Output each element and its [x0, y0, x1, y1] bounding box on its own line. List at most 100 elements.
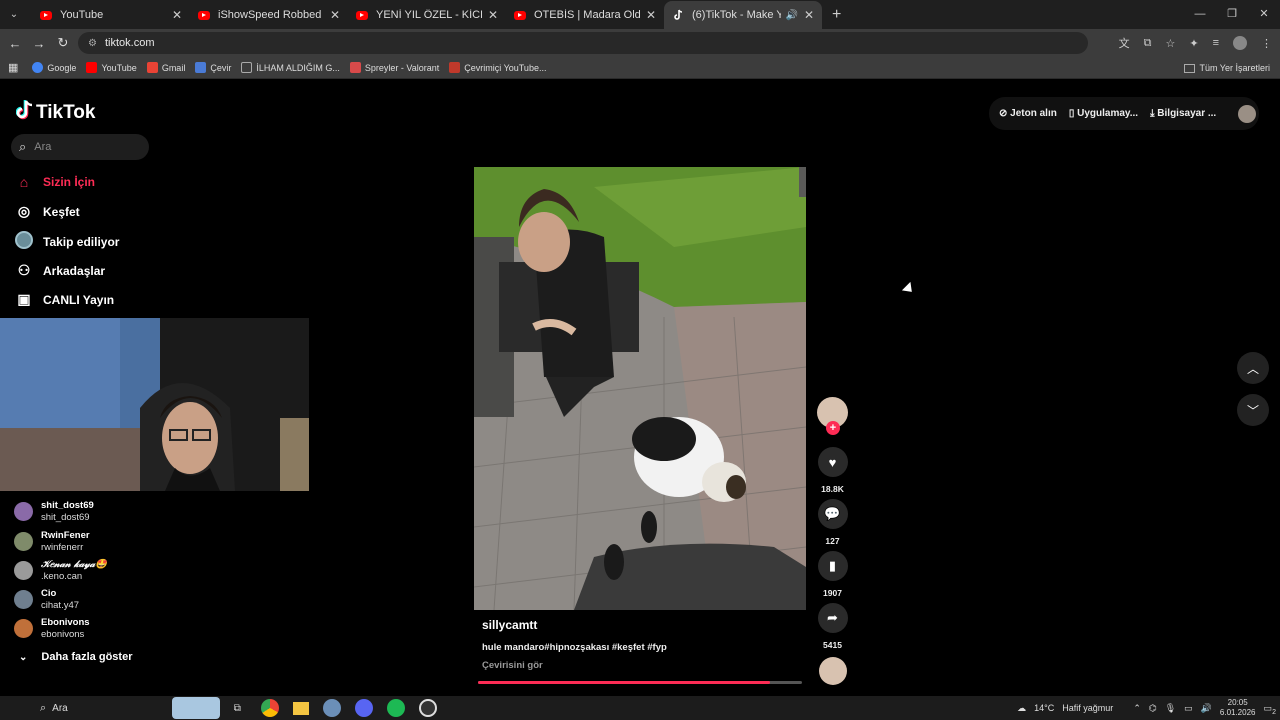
file-explorer-icon[interactable] — [292, 701, 309, 715]
share-action: ➦ 5415 — [817, 603, 848, 650]
bookmark-item[interactable]: Gmail — [146, 62, 185, 73]
music-disc-avatar[interactable] — [819, 657, 847, 685]
notification-icon[interactable]: ▭ 2 — [1263, 703, 1276, 716]
following-account[interactable]: Cio cihat.y47 — [14, 588, 79, 611]
see-translation-link[interactable]: Çevirisini gör — [482, 660, 543, 671]
show-more-button[interactable]: ⌄ Daha fazla göster — [19, 651, 132, 663]
home-icon: ⌂ — [19, 174, 29, 190]
back-icon[interactable]: ← — [3, 36, 27, 51]
app-icon[interactable] — [322, 699, 341, 717]
menu-kebab-icon[interactable]: ⋮ — [1261, 37, 1272, 50]
comment-icon[interactable]: 💬 — [817, 499, 848, 529]
show-more-label: Daha fazla göster — [41, 651, 133, 663]
media-control-icon[interactable]: ≡ — [1213, 37, 1219, 49]
discord-icon[interactable] — [354, 699, 373, 717]
coin-icon: ⊘ — [999, 108, 1011, 119]
bookmark-item[interactable]: İLHAM ALDIĞIM G... — [241, 62, 340, 73]
apps-grid-icon[interactable]: ▦ — [8, 61, 18, 74]
like-count: 18.8K — [821, 484, 844, 494]
nav-item-friends[interactable]: ⚇ Arkadaşlar — [15, 262, 105, 279]
share-icon[interactable]: ➦ — [817, 603, 848, 633]
cast-icon[interactable]: ⧉ — [1144, 37, 1152, 50]
new-tab-button[interactable]: + — [832, 6, 841, 24]
bookmark-label: İLHAM ALDIĞIM G... — [256, 62, 340, 73]
forward-icon[interactable]: → — [27, 36, 51, 51]
get-app-button[interactable]: ▯ Uygulamay... — [1069, 108, 1138, 119]
phone-icon: ▯ — [1068, 108, 1078, 119]
bookmark-item[interactable]: Çevrimiçi YouTube... — [449, 62, 546, 73]
browser-tab[interactable]: YouTube ✕ — [32, 1, 190, 29]
folder-icon — [1184, 63, 1196, 73]
weather-temp[interactable]: 14°C — [1034, 703, 1054, 713]
clock[interactable]: 20:05 6.01.2026 — [1220, 698, 1256, 718]
video-player[interactable] — [474, 167, 806, 610]
chevron-up-icon[interactable]: ⌃ — [1133, 703, 1141, 714]
mic-icon[interactable]: 🎙 — [1165, 703, 1176, 714]
following-account[interactable]: shit_dost69 shit_dost69 — [14, 500, 94, 523]
minimize-icon[interactable]: — — [1184, 0, 1216, 29]
extensions-icon[interactable]: ✦ — [1189, 37, 1198, 50]
nav-item-explore[interactable]: ◎ Keşfet — [15, 203, 80, 220]
bookmark-star-icon[interactable]: ☆ — [1165, 37, 1175, 50]
browser-tab[interactable]: OTEBİS | Madara Olduk #630 - Y ✕ — [506, 1, 664, 29]
close-tab-icon[interactable]: ✕ — [646, 8, 656, 22]
task-view-icon[interactable]: ⧉ — [234, 703, 241, 714]
following-account[interactable]: Ebonivons ebonivons — [14, 617, 90, 640]
address-bar[interactable]: ⚙ tiktok.com — [78, 32, 1088, 54]
all-bookmarks[interactable]: Tüm Yer İşaretleri — [1184, 57, 1270, 79]
following-account[interactable]: 𝒦𝑒𝓃𝒶𝓃 𝓀𝒶𝓎𝒶🤩 .keno.can — [14, 559, 107, 582]
weather-text[interactable]: Hafif yağmur — [1062, 703, 1113, 713]
tab-search-dropdown-icon[interactable]: ⌄ — [2, 4, 26, 26]
bookmark-item[interactable]: YouTube — [86, 62, 137, 73]
close-tab-icon[interactable]: ✕ — [330, 8, 340, 22]
reload-icon[interactable]: ↻ — [51, 35, 75, 51]
search-highlight-image[interactable] — [171, 697, 220, 719]
chrome-icon[interactable] — [260, 699, 279, 717]
heart-icon[interactable]: ♥ — [817, 447, 848, 477]
search-icon[interactable]: ⌕ — [40, 702, 46, 715]
obs-icon[interactable] — [418, 699, 437, 717]
mouse-cursor — [901, 281, 917, 297]
system-tray: ☁ 14°C Hafif yağmur ⌃ ⌬ 🎙 ▭ 🔊 20:05 6.01… — [1017, 696, 1280, 720]
account-handle: shit_dost69 — [41, 512, 90, 523]
video-username[interactable]: sillycamtt — [482, 618, 537, 632]
bookmark-item[interactable]: Çevir — [195, 62, 231, 73]
account-handle: ebonivons — [41, 629, 85, 640]
live-icon: ▣ — [17, 291, 31, 307]
desktop-app-button[interactable]: ⤓ Bilgisayar ... — [1150, 108, 1216, 119]
monitor-icon[interactable]: ▭ — [1184, 703, 1193, 714]
account-name: Cio — [41, 588, 57, 599]
site-info-icon[interactable]: ⚙ — [88, 38, 97, 49]
profile-avatar-icon[interactable] — [1233, 36, 1247, 50]
bookmark-icon[interactable]: ▮ — [817, 551, 848, 581]
close-tab-icon[interactable]: ✕ — [804, 8, 814, 22]
bookmark-item[interactable]: Spreyler - Valorant — [349, 62, 439, 73]
profile-avatar[interactable] — [1238, 104, 1257, 123]
restore-icon[interactable]: ❐ — [1216, 0, 1248, 29]
taskbar-search-label[interactable]: Ara — [52, 703, 68, 714]
nav-item-for-you[interactable]: ⌂ Sizin İçin — [15, 174, 95, 190]
windows-taskbar: ⌕ Ara ⧉ ☁ 14°C Hafif yağmur ⌃ ⌬ 🎙 ▭ 🔊 20… — [0, 696, 1280, 720]
close-tab-icon[interactable]: ✕ — [488, 8, 498, 22]
translate-icon[interactable]: 文 — [1119, 35, 1130, 51]
nav-item-following[interactable]: Takip ediliyor — [15, 231, 119, 252]
speaker-icon[interactable]: 🔊 — [785, 10, 797, 21]
spotify-icon[interactable] — [386, 699, 405, 717]
following-account[interactable]: RwinFener rwinfenerr — [14, 530, 90, 553]
close-window-icon[interactable]: ✕ — [1248, 0, 1280, 29]
get-coins-button[interactable]: ⊘ Jeton alın — [999, 108, 1057, 119]
previous-video-button[interactable]: ︿ — [1237, 352, 1269, 384]
browser-tab[interactable]: iShowSpeed Robbed By Cartel | ✕ — [190, 1, 348, 29]
browser-tab[interactable]: YENİ YIL ÖZEL - KİCK WRAPPED ✕ — [348, 1, 506, 29]
bookmark-item[interactable]: Google — [32, 62, 76, 73]
search-input[interactable]: ⌕ Ara — [11, 134, 149, 160]
next-video-button[interactable]: ﹀ — [1237, 394, 1269, 426]
nav-item-live[interactable]: ▣ CANLI Yayın — [15, 291, 114, 308]
browser-tab-active[interactable]: (6)TikTok - Make Your Day 🔊 ✕ — [664, 1, 822, 29]
video-progress-bar[interactable] — [478, 681, 802, 684]
close-tab-icon[interactable]: ✕ — [172, 8, 182, 22]
network-icon[interactable]: ⌬ — [1149, 703, 1157, 714]
tiktok-logo[interactable]: TikTok — [15, 100, 95, 125]
follow-plus-icon[interactable]: + — [826, 421, 840, 435]
volume-icon[interactable]: 🔊 — [1201, 703, 1212, 714]
